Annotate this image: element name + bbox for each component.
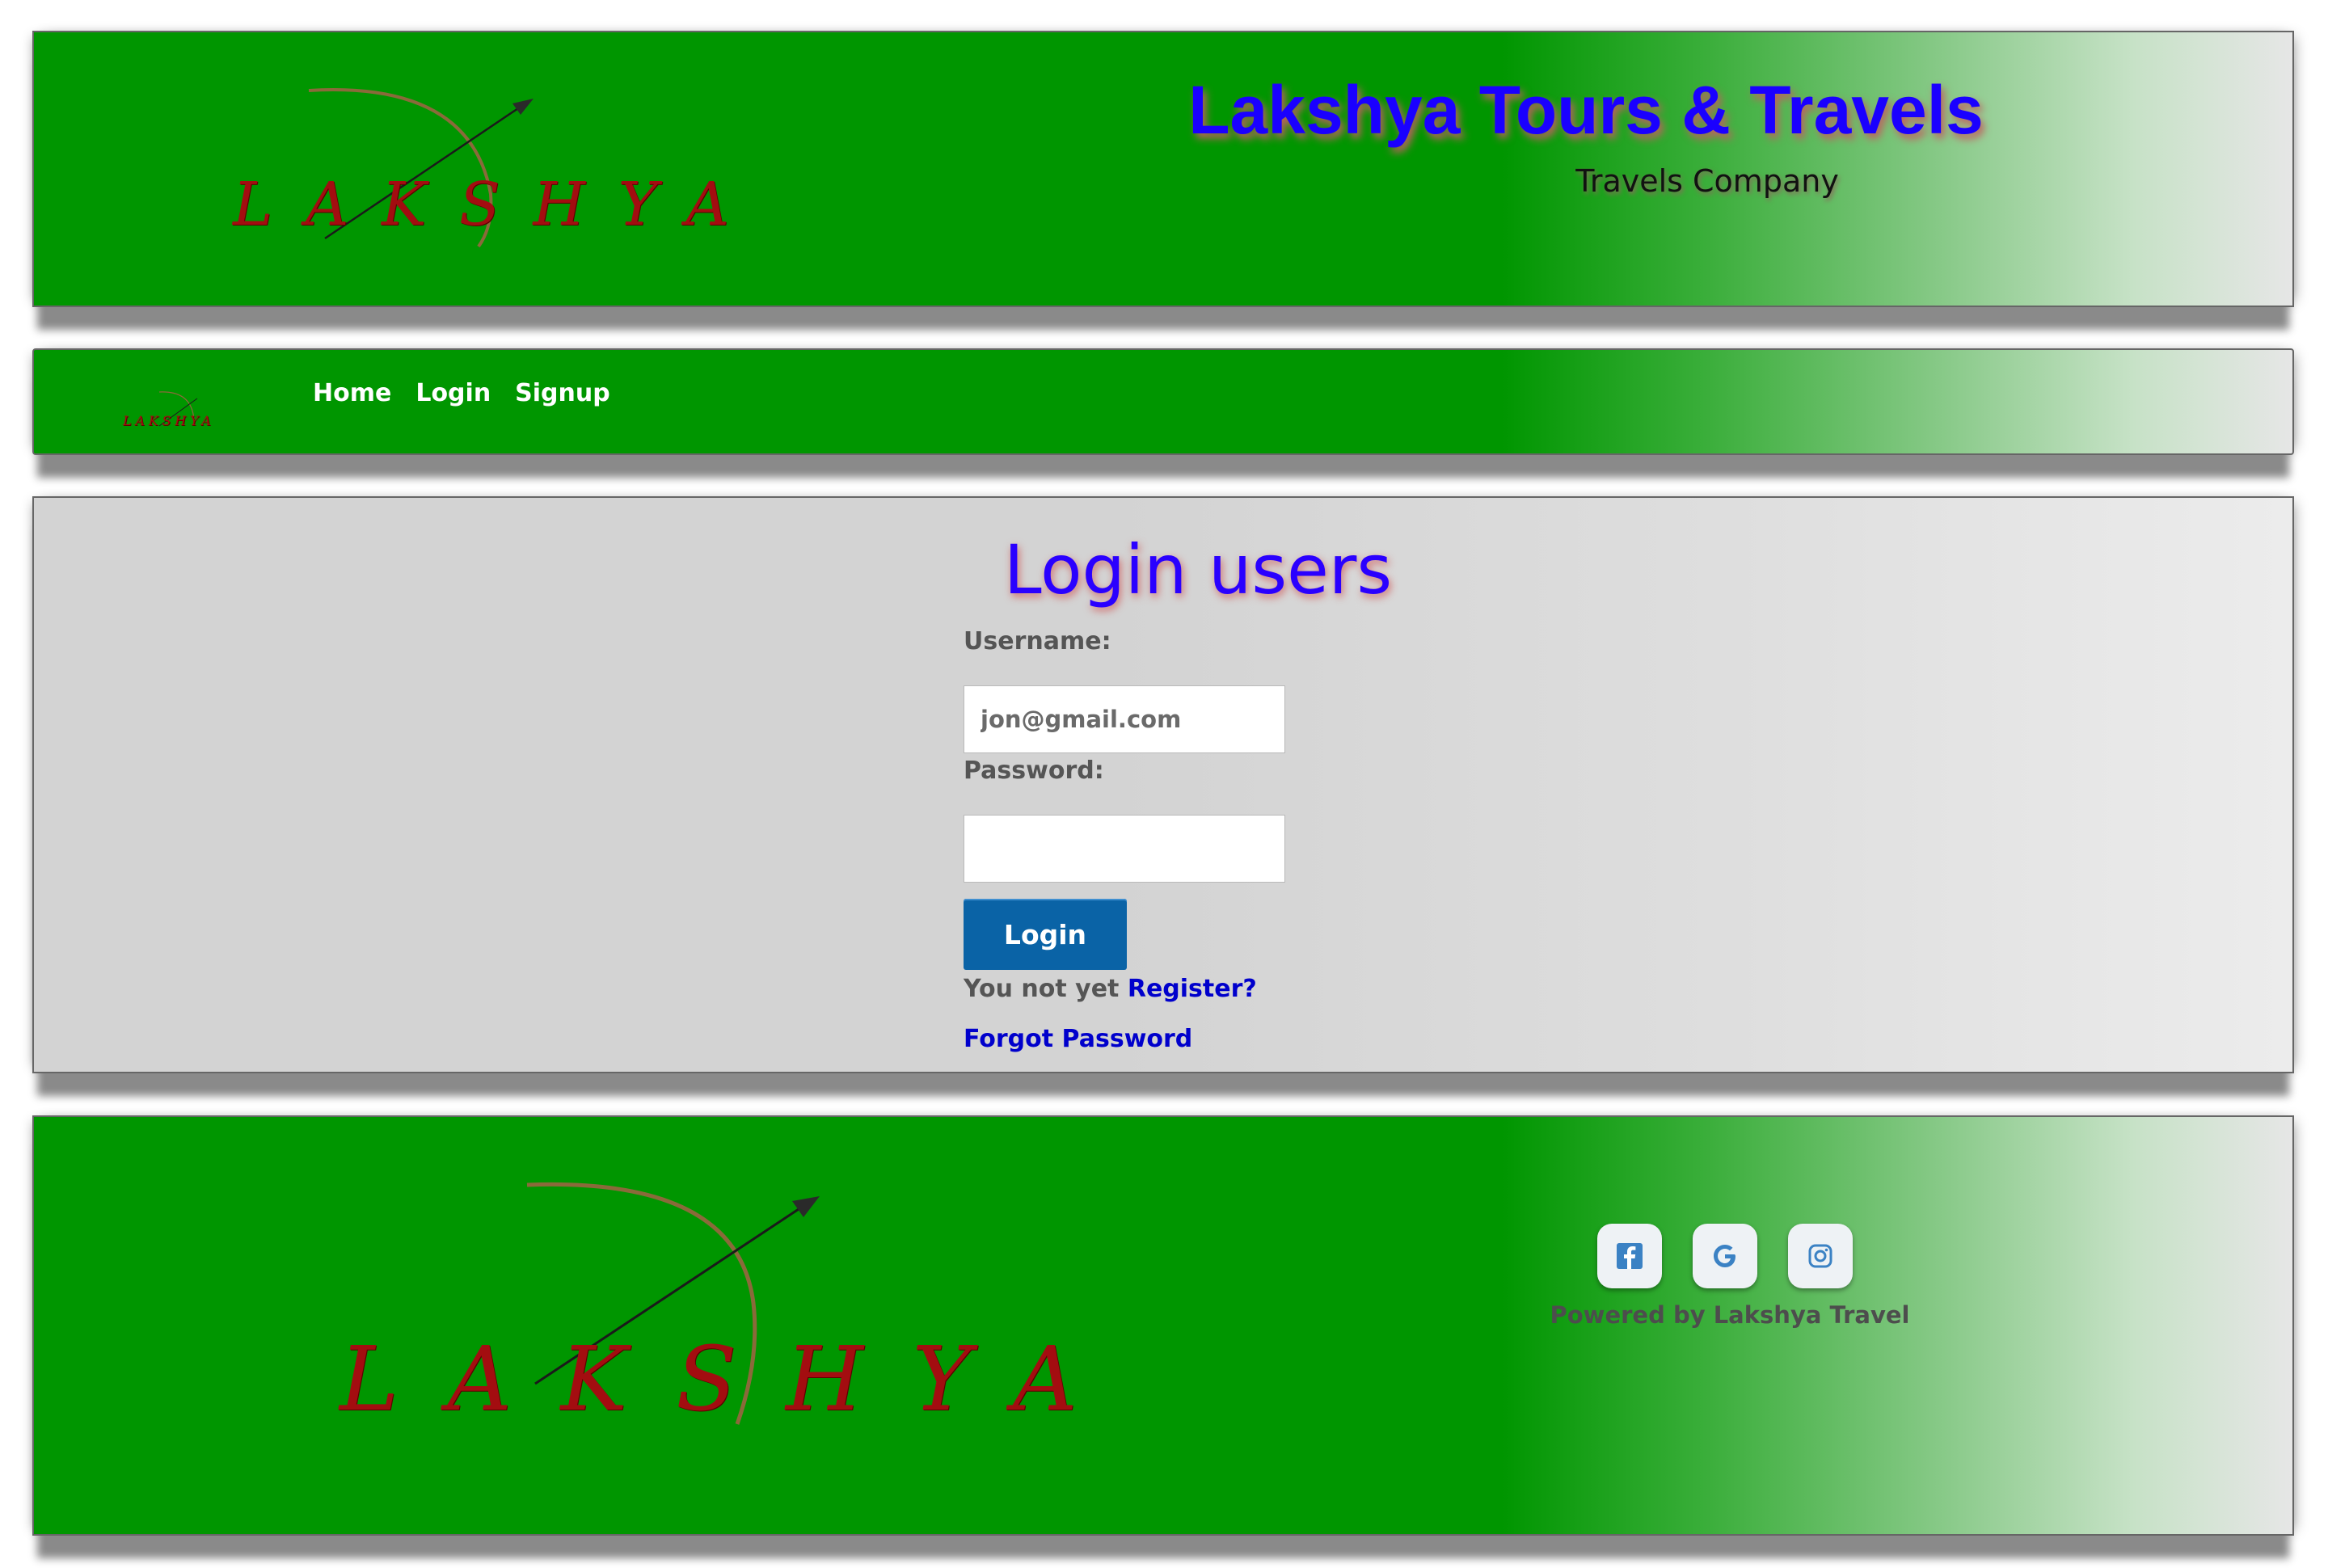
username-input[interactable] [964,685,1285,753]
login-button[interactable]: Login [964,899,1127,970]
register-prompt: You not yet Register? [964,975,1257,1003]
site-subtitle: Travels Company [1575,163,1839,199]
social-links [1597,1224,1853,1288]
site-footer: LAKSHYA Powered by Lakshya Travel [32,1115,2294,1536]
facebook-icon [1617,1243,1643,1269]
powered-by-text: Powered by Lakshya Travel [1550,1301,1910,1329]
nav-logo[interactable]: LAKSHYA [115,389,228,437]
login-section: Login users Username: Password: Login Yo… [32,496,2294,1073]
nav-link-home[interactable]: Home [313,379,391,407]
logo-wordmark: LAKSHYA [233,170,762,239]
site-header: LAKSHYA Lakshya Tours & Travels Travels … [32,31,2294,307]
facebook-button[interactable] [1597,1224,1662,1288]
google-icon [1714,1245,1735,1267]
instagram-icon [1808,1244,1832,1268]
login-title: Login users [1003,530,1393,609]
footer-logo: LAKSHYA [317,1182,1126,1440]
lakshya-logo: LAKSHYA [204,73,762,267]
username-label: Username: [964,627,1111,655]
password-label: Password: [964,757,1104,785]
register-link[interactable]: Register? [1128,975,1257,1003]
site-title: Lakshya Tours & Travels [1188,72,1984,148]
forgot-password-link[interactable]: Forgot Password [964,1025,1192,1053]
nav-logo-wordmark: LAKSHYA [123,413,215,428]
nav-link-signup[interactable]: Signup [515,379,610,407]
password-input[interactable] [964,815,1285,883]
footer-logo-wordmark: LAKSHYA [340,1327,1126,1431]
register-prompt-text: You not yet [964,975,1120,1003]
nav-links: Home Login Signup [313,379,610,407]
navbar: LAKSHYA Home Login Signup [32,348,2294,455]
nav-link-login[interactable]: Login [415,379,491,407]
google-button[interactable] [1693,1224,1757,1288]
instagram-button[interactable] [1788,1224,1853,1288]
